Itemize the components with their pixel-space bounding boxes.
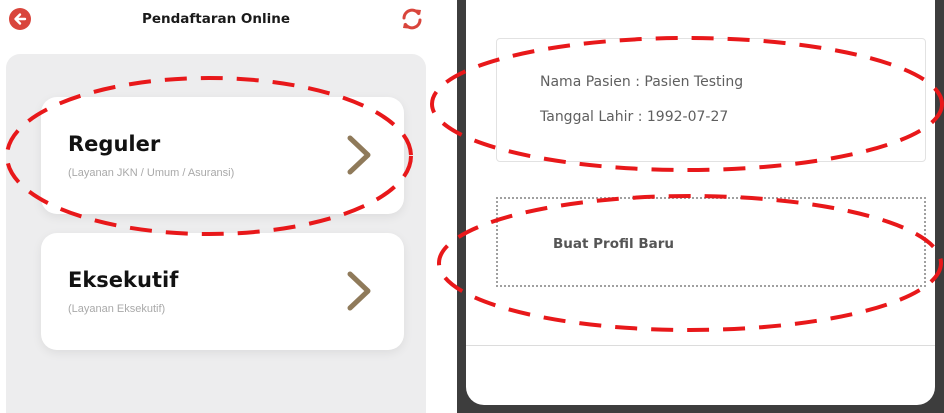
create-profile-label: Buat Profil Baru bbox=[553, 236, 674, 252]
card-subtitle: (Layanan JKN / Umum / Asuransi) bbox=[68, 167, 235, 179]
chevron-right-icon bbox=[347, 271, 371, 311]
profile-screen-frame: Nama Pasien : Pasien Testing Tanggal Lah… bbox=[457, 0, 944, 413]
refresh-icon bbox=[402, 8, 422, 30]
chevron-right-icon bbox=[347, 135, 371, 175]
patient-profile-card[interactable]: Nama Pasien : Pasien Testing Tanggal Lah… bbox=[496, 38, 926, 162]
patient-birth-date: Tanggal Lahir : 1992-07-27 bbox=[540, 109, 729, 125]
patient-name: Nama Pasien : Pasien Testing bbox=[540, 74, 744, 90]
page-title: Pendaftaran Online bbox=[141, 11, 291, 27]
create-profile-button[interactable]: Buat Profil Baru bbox=[496, 197, 926, 287]
divider bbox=[466, 345, 935, 346]
refresh-button[interactable] bbox=[399, 6, 425, 32]
registration-menu-screen: Pendaftaran Online Reguler (Layanan JKN … bbox=[0, 0, 432, 413]
app-header: Pendaftaran Online bbox=[0, 0, 432, 48]
card-title: Reguler bbox=[68, 132, 161, 156]
card-subtitle: (Layanan Eksekutif) bbox=[68, 303, 166, 315]
profile-screen: Nama Pasien : Pasien Testing Tanggal Lah… bbox=[466, 0, 935, 405]
menu-card-eksekutif[interactable]: Eksekutif (Layanan Eksekutif) bbox=[41, 233, 404, 350]
card-title: Eksekutif bbox=[68, 268, 179, 292]
menu-card-reguler[interactable]: Reguler (Layanan JKN / Umum / Asuransi) bbox=[41, 97, 404, 214]
